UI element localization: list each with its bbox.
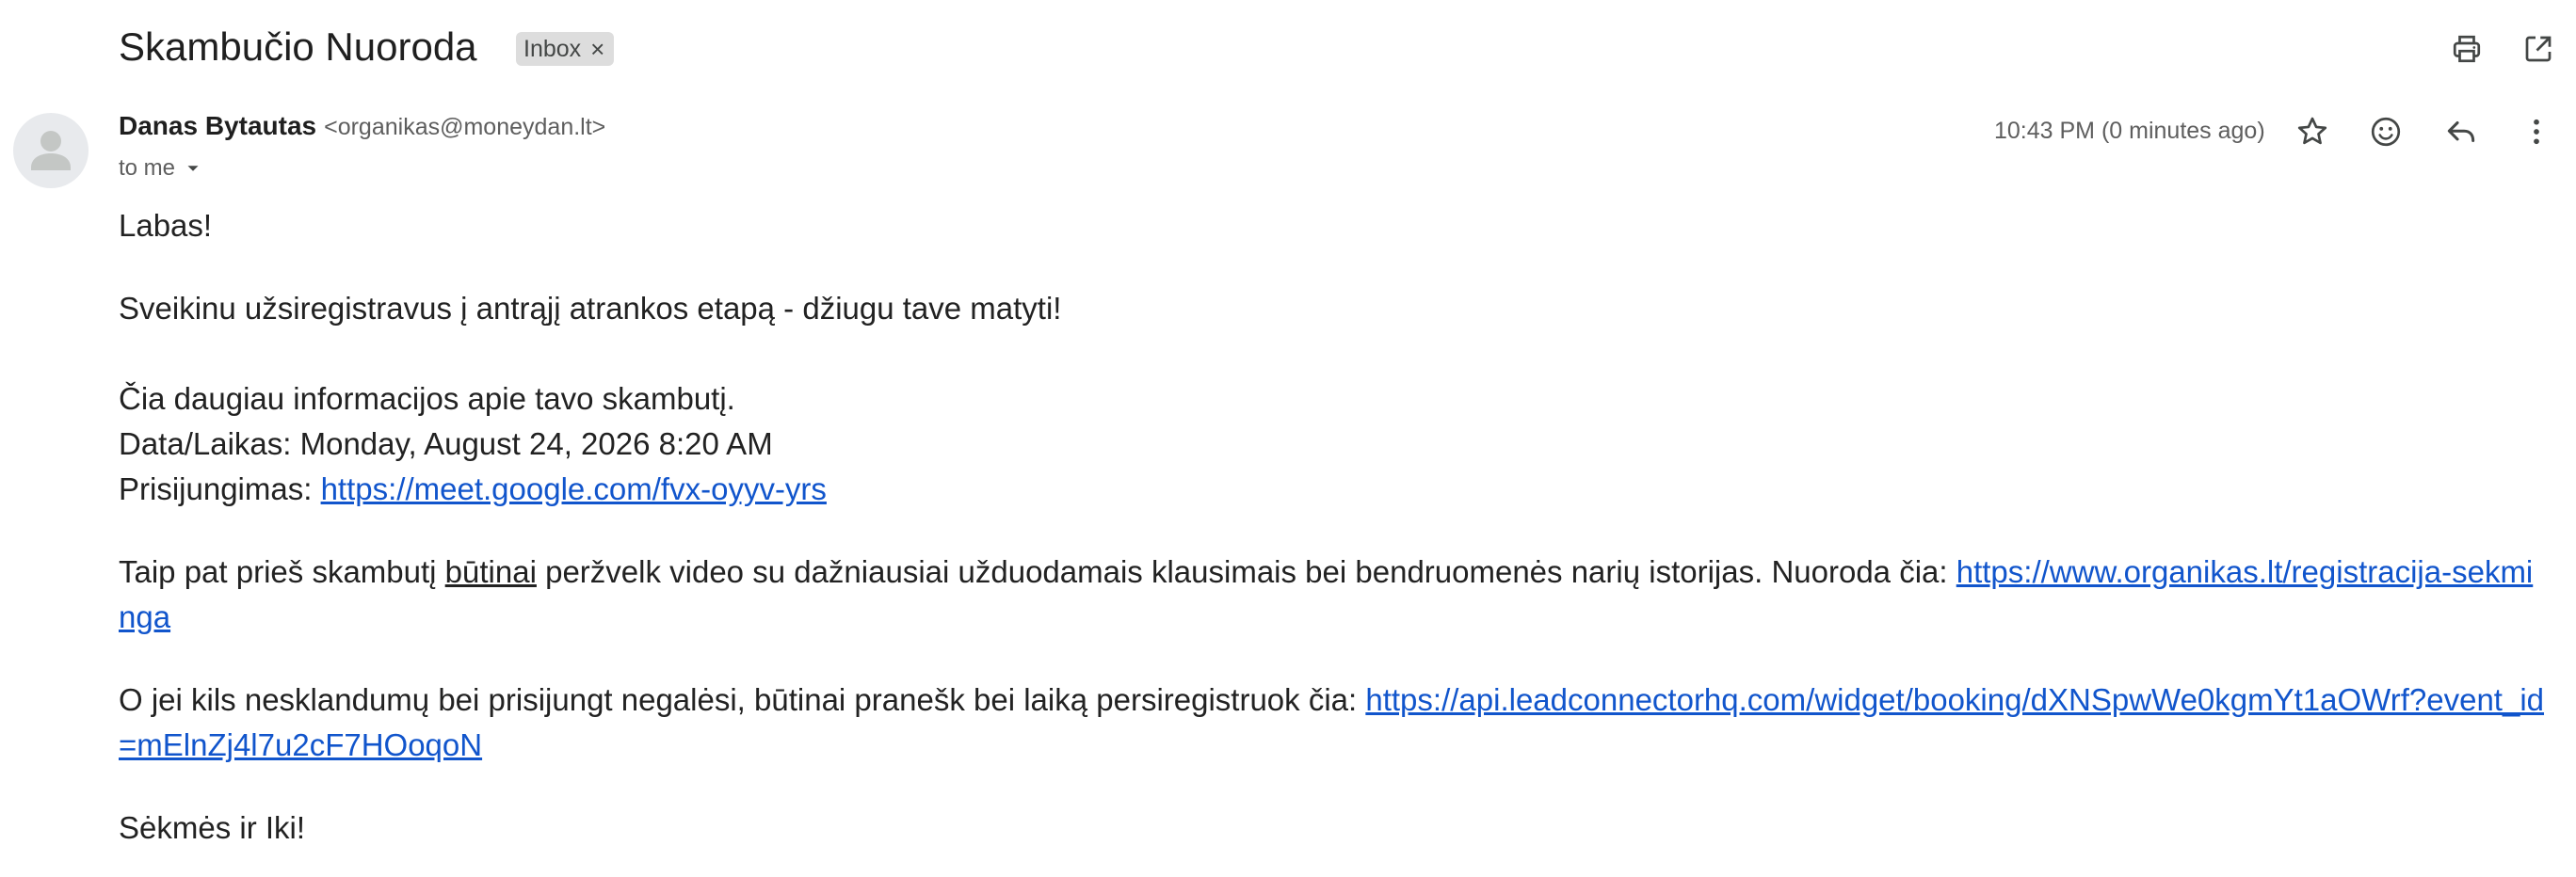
join-label: Prisijungimas:: [119, 471, 313, 506]
printer-icon: [2453, 35, 2481, 63]
body-review-paragraph: Taip pat prieš skambutį būtinai peržvelk…: [119, 550, 2548, 640]
sender-line: Danas Bytautas <organikas@moneydan.lt>: [119, 111, 605, 149]
default-person-icon: [31, 131, 71, 170]
sender-name[interactable]: Danas Bytautas: [119, 111, 316, 141]
datetime-label: Data/Laikas:: [119, 426, 292, 461]
recipient-label: to me: [119, 155, 176, 181]
reply-button[interactable]: [2439, 109, 2484, 154]
issues-text: O jei kils nesklandumų bei prisijungt ne…: [119, 682, 1358, 717]
remove-label-icon[interactable]: ×: [590, 32, 604, 66]
star-button[interactable]: [2290, 109, 2335, 154]
meet-link[interactable]: https://meet.google.com/fvx-oyyv-yrs: [321, 471, 827, 506]
reply-icon: [2447, 120, 2475, 143]
more-vert-icon: [2534, 119, 2539, 145]
datetime-value: Monday, August 24, 2026 8:20 AM: [299, 426, 773, 461]
emoji-reaction-icon: [2371, 117, 2401, 147]
add-reaction-button[interactable]: [2363, 109, 2408, 154]
body-signoff: Sėkmės ir Iki!: [119, 810, 306, 845]
inbox-label-chip[interactable]: Inbox ×: [516, 32, 615, 66]
label-chip-text: Inbox: [523, 36, 582, 62]
print-all-button[interactable]: [2444, 28, 2489, 70]
more-options-button[interactable]: [2514, 109, 2559, 154]
recipient-details-toggle[interactable]: to me: [119, 152, 203, 184]
review-text-before: Taip pat prieš skambutį: [119, 554, 437, 589]
chevron-down-icon: [187, 166, 199, 171]
sender-email: <organikas@moneydan.lt>: [324, 114, 606, 140]
body-greeting: Labas!: [119, 208, 213, 243]
body-intro: Sveikinu užsiregistravus į antrąjį atran…: [119, 291, 1062, 326]
open-in-new-window-button[interactable]: [2516, 28, 2561, 70]
star-icon: [2297, 117, 2327, 145]
open-in-new-window-icon: [2525, 36, 2552, 62]
message-timestamp[interactable]: 10:43 PM (0 minutes ago): [1994, 114, 2265, 148]
email-subject: Skambučio Nuoroda: [119, 24, 477, 69]
review-emphasis: būtinai: [444, 554, 537, 589]
body-issues-paragraph: O jei kils nesklandumų bei prisijungt ne…: [119, 678, 2548, 768]
body-info-line: Čia daugiau informacijos apie tavo skamb…: [119, 381, 735, 416]
body-join-line: Prisijungimas: https://meet.google.com/f…: [119, 467, 2548, 512]
sender-avatar[interactable]: [13, 113, 89, 188]
body-datetime-line: Data/Laikas: Monday, August 24, 2026 8:2…: [119, 422, 2548, 467]
review-text-after: peržvelk video su dažniausiai užduodamai…: [545, 554, 1948, 589]
